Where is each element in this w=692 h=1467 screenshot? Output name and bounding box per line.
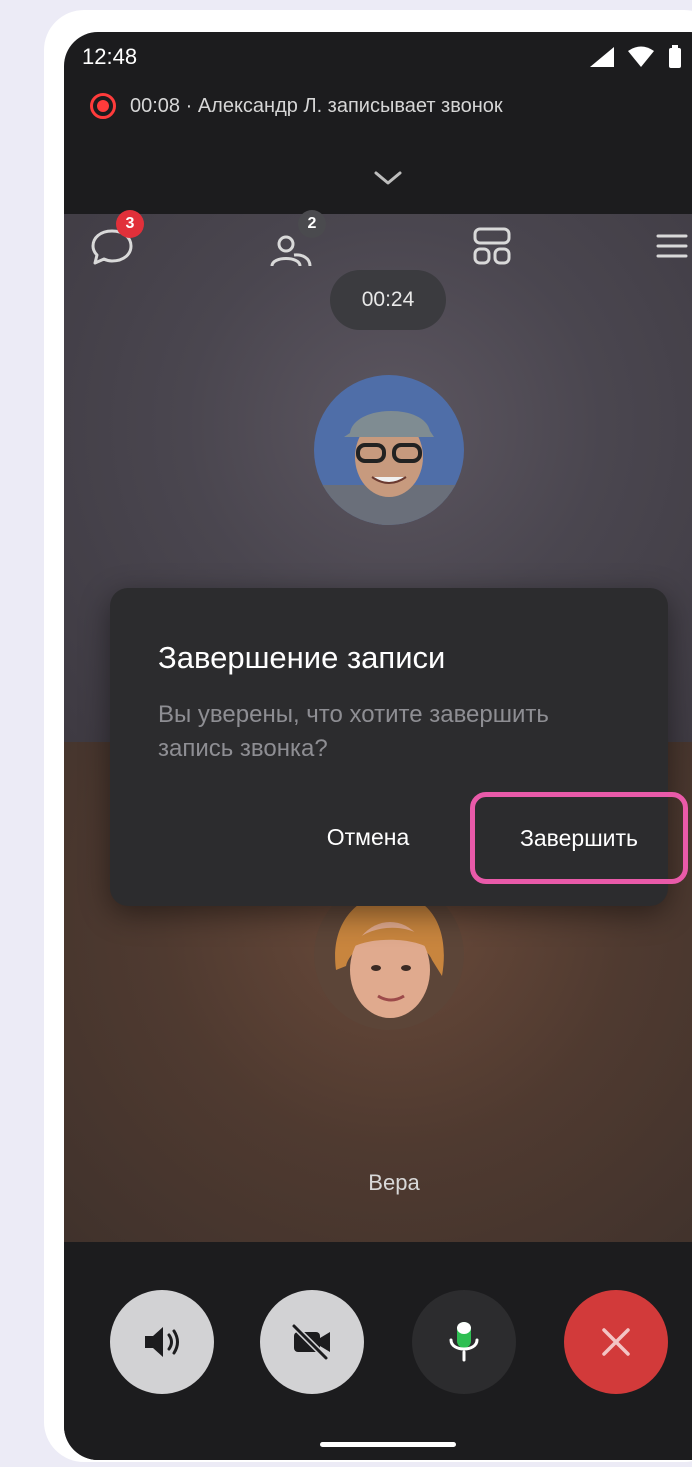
layout-grid-icon	[473, 227, 511, 265]
dialog-message: Вы уверены, что хотите завершить запись …	[158, 701, 549, 762]
hang-up-button[interactable]	[564, 1290, 668, 1394]
battery-icon	[669, 45, 681, 68]
speaker-button[interactable]	[110, 1290, 214, 1394]
microphone-button[interactable]	[412, 1290, 516, 1394]
dialog-title: Завершение записи	[158, 640, 446, 675]
microphone-icon	[449, 1322, 479, 1362]
call-timer: 00:24	[330, 270, 446, 330]
recording-icon	[90, 93, 116, 119]
cellular-signal-icon	[590, 47, 614, 67]
chevron-down-icon[interactable]	[370, 168, 406, 188]
menu-icon	[656, 234, 688, 258]
participant-name: Вера	[368, 1170, 420, 1195]
status-icons	[588, 44, 682, 70]
wifi-icon	[628, 46, 654, 67]
status-time: 12:48	[82, 44, 138, 69]
recording-banner[interactable]: 00:08 · Александр Л. записывает звонок	[90, 90, 503, 122]
chat-badge: 3	[116, 210, 144, 238]
speaker-icon	[145, 1327, 179, 1357]
camera-toggle-button[interactable]	[260, 1290, 364, 1394]
camera-off-icon	[291, 1323, 330, 1361]
participants-badge: 2	[298, 210, 326, 238]
recording-banner-text: 00:08 · Александр Л. записывает звонок	[130, 94, 503, 117]
chat-button[interactable]: 3	[80, 210, 144, 278]
avatar	[314, 375, 464, 525]
phone-screen: 12:48 00:08 · Александр Л. записывает зв…	[64, 32, 692, 1460]
avatar-image-male	[314, 375, 464, 525]
menu-button[interactable]	[640, 214, 692, 278]
cancel-button[interactable]: Отмена	[304, 812, 432, 862]
home-indicator[interactable]	[320, 1442, 456, 1447]
layout-button[interactable]	[460, 214, 524, 278]
confirm-end-recording-button[interactable]: Завершить	[470, 792, 688, 884]
close-icon	[602, 1328, 630, 1356]
status-bar: 12:48	[64, 32, 692, 88]
participants-button[interactable]: 2	[260, 210, 326, 278]
end-recording-dialog: Завершение записи Вы уверены, что хотите…	[110, 588, 688, 906]
